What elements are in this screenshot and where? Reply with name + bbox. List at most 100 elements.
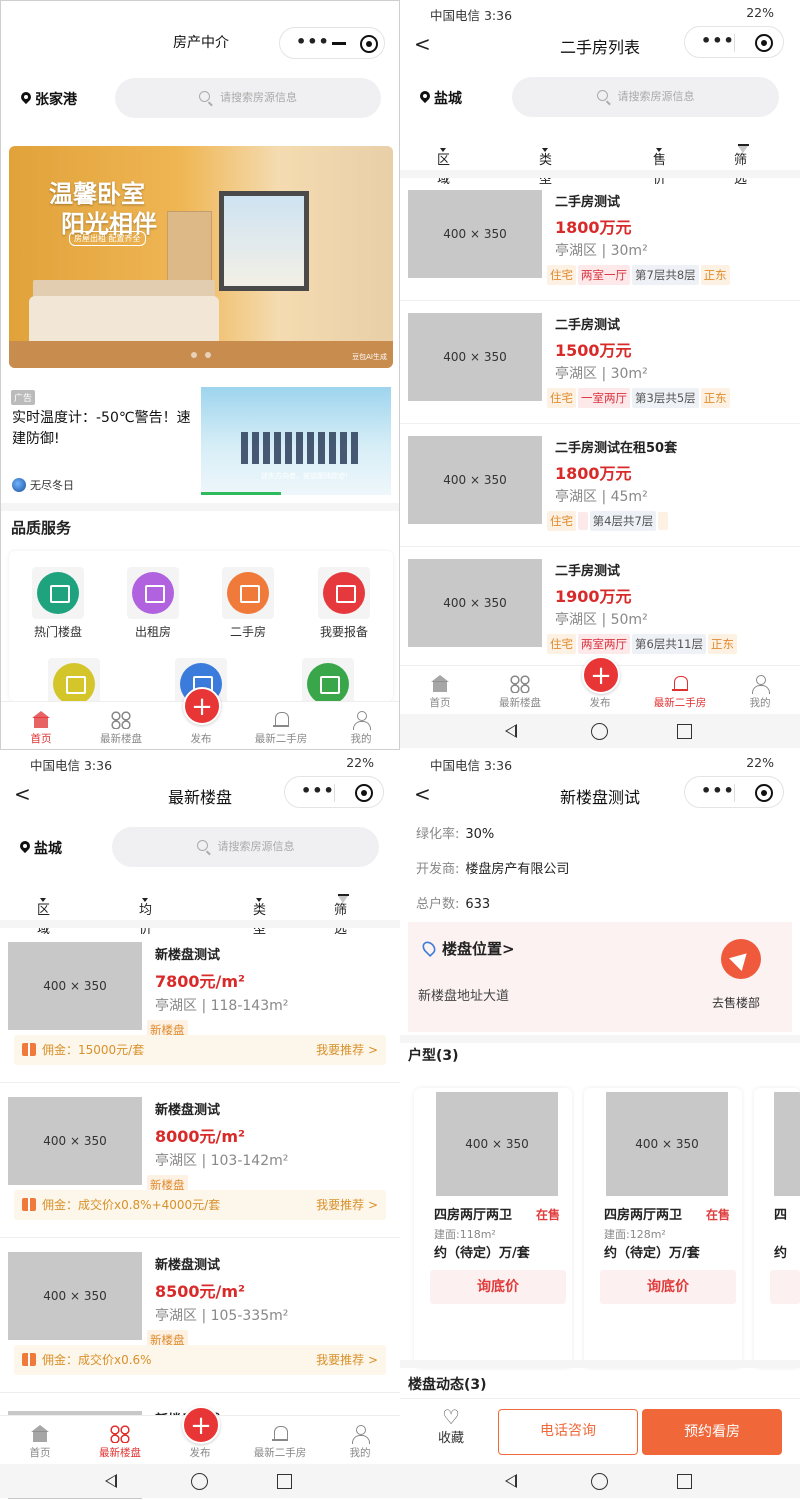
ad-video[interactable]: 迷失方向者，被迫跟随踪迹！ <box>201 387 391 495</box>
publish-button[interactable]: + <box>182 1406 220 1444</box>
filter-type[interactable]: 类型 <box>539 143 552 187</box>
battery-level: 22% <box>746 755 774 770</box>
floorplan-card[interactable]: 400 × 350 四房两厅两卫 在售 建面:128m² 约（待定）万/套 询底… <box>584 1088 742 1368</box>
city-selector[interactable]: 张家港 <box>21 89 77 109</box>
city-selector[interactable]: 盐城 <box>20 838 62 858</box>
recommend-link[interactable]: 我要推荐 > <box>316 1345 378 1375</box>
listing-row[interactable]: 400 × 350 二手房测试 1900万元 亭湖区 | 50m² 住宅 两室两厅… <box>400 547 800 670</box>
more-icon[interactable]: ••• <box>296 32 330 51</box>
service-second[interactable]: 二手房 <box>208 567 288 640</box>
minimize-icon[interactable] <box>332 42 346 45</box>
nav-bar: < 新楼盘测试 ••• <box>400 774 800 812</box>
ask-price-button[interactable] <box>770 1270 800 1304</box>
floorplan-image <box>774 1092 800 1196</box>
tab-second[interactable]: 最新二手房 <box>241 702 321 746</box>
back-triangle-icon[interactable] <box>505 1474 517 1488</box>
location-card[interactable]: 楼盘位置> 新楼盘地址大道 去售楼部 <box>408 922 792 1032</box>
mini-program-capsule[interactable]: ••• <box>279 27 385 59</box>
ask-price-button[interactable]: 询底价 <box>430 1270 566 1304</box>
recents-square-icon[interactable] <box>677 724 692 739</box>
more-icon[interactable]: ••• <box>701 781 735 800</box>
tab-home[interactable]: 首页 <box>400 666 480 710</box>
listing-area: 亭湖区 | 30m² <box>555 366 648 382</box>
carrier-time: 中国电信 3:36 <box>430 8 513 23</box>
back-triangle-icon[interactable] <box>505 724 517 738</box>
listing-row[interactable]: 400 × 350 二手房测试 1500万元 亭湖区 | 30m² 住宅 一室两厅… <box>400 301 800 424</box>
tab-new[interactable]: 最新楼盘 <box>81 702 161 746</box>
tab-second[interactable]: 最新二手房 <box>240 1416 320 1460</box>
service-hot[interactable]: 热门楼盘 <box>18 567 98 640</box>
ad-source: 无尽冬日 <box>12 477 74 493</box>
filter-type[interactable]: 类型 <box>253 893 266 937</box>
search-input[interactable]: 请搜索房源信息 <box>512 77 779 117</box>
filter-region[interactable]: 区域 <box>437 143 450 187</box>
mini-program-capsule[interactable]: ••• <box>684 26 784 58</box>
recommend-link[interactable]: 我要推荐 > <box>316 1190 378 1220</box>
property-image: 400 × 350 <box>8 942 142 1030</box>
floorplan-card[interactable]: 四 约 <box>754 1088 800 1368</box>
location-pin-icon <box>419 938 439 958</box>
floorplan-card[interactable]: 400 × 350 四房两厅两卫 在售 建面:118m² 约（待定）万/套 询底… <box>414 1088 572 1368</box>
book-viewing-button[interactable]: 预约看房 <box>642 1409 782 1455</box>
search-input[interactable]: 请搜索房源信息 <box>115 78 381 118</box>
tab-home[interactable]: 首页 <box>1 702 81 746</box>
home-circle-icon[interactable] <box>591 723 608 740</box>
bell-icon <box>271 711 291 729</box>
navigate-icon[interactable] <box>721 939 761 979</box>
tab-new[interactable]: 最新楼盘 <box>480 666 560 710</box>
property-row[interactable]: 400 × 350 新楼盘测试 8000元/m² 亭湖区 | 103-142m²… <box>0 1083 400 1238</box>
filter-avg-price[interactable]: 均价 <box>139 893 152 937</box>
go-sales-office[interactable]: 去售楼部 <box>712 994 760 1011</box>
ask-price-button[interactable]: 询底价 <box>600 1270 736 1304</box>
more-icon[interactable]: ••• <box>701 31 735 50</box>
home-circle-icon[interactable] <box>591 1473 608 1490</box>
divider <box>400 1360 800 1368</box>
filter-more[interactable]: 筛选 <box>334 893 349 937</box>
commission-bar: 佣金：成交价x0.8%+4000元/套 我要推荐 > <box>14 1190 386 1220</box>
favorite-button[interactable]: ♡ 收藏 <box>438 1407 464 1446</box>
close-icon[interactable] <box>755 34 773 52</box>
back-triangle-icon[interactable] <box>105 1474 117 1488</box>
city-selector[interactable]: 盐城 <box>420 88 462 108</box>
recommend-link[interactable]: 我要推荐 > <box>316 1035 378 1065</box>
listing-row[interactable]: 400 × 350 二手房测试在租50套 1800万元 亭湖区 | 45m² 住… <box>400 424 800 547</box>
recents-square-icon[interactable] <box>277 1474 292 1489</box>
tab-mine[interactable]: 我的 <box>321 702 399 746</box>
location-title[interactable]: 楼盘位置> <box>419 938 515 959</box>
listing-row[interactable]: 400 × 350 二手房测试 1800万元 亭湖区 | 30m² 住宅 两室一厅… <box>400 178 800 301</box>
mini-program-capsule[interactable]: ••• <box>284 776 384 808</box>
property-row[interactable]: 400 × 350 新楼盘测试 8500元/m² 亭湖区 | 105-335m²… <box>0 1238 400 1393</box>
tab-mine[interactable]: 我的 <box>720 666 800 710</box>
close-icon[interactable] <box>360 35 378 53</box>
more-icon[interactable]: ••• <box>301 781 335 800</box>
banner-carousel[interactable]: 温馨卧室 阳光相伴 房屋出租 配置齐全 豆包AI生成 <box>9 146 393 368</box>
tab-second[interactable]: 最新二手房 <box>640 666 720 710</box>
filter-price[interactable]: 售价 <box>653 143 666 187</box>
phone-consult-button[interactable]: 电话咨询 <box>498 1409 638 1455</box>
service-rent[interactable]: 出租房 <box>113 567 193 640</box>
new-property-screen: 中国电信 3:36 22% < 最新楼盘 ••• 盐城 请搜索房源信息 区域 均价… <box>0 750 400 1500</box>
grid-icon <box>111 711 131 729</box>
publish-button[interactable]: + <box>582 656 620 694</box>
property-area: 亭湖区 | 103-142m² <box>155 1153 289 1169</box>
property-row[interactable]: 400 × 350 新楼盘测试 7800元/m² 亭湖区 | 118-143m²… <box>0 928 400 1083</box>
floorplan-section-title: 户型(3) <box>408 1048 459 1064</box>
tab-new[interactable]: 最新楼盘 <box>80 1416 160 1460</box>
service-report[interactable]: 我要报备 <box>304 567 384 640</box>
tab-home[interactable]: 首页 <box>0 1416 80 1460</box>
battery-level: 22% <box>746 5 774 20</box>
ad-card[interactable]: 广告 实时温度计：-50℃警告！速建防御! 无尽冬日 迷失方向者，被迫跟随踪迹！ <box>9 386 393 496</box>
search-input[interactable]: 请搜索房源信息 <box>112 827 379 867</box>
status-bar: 中国电信 3:36 22% <box>400 750 800 774</box>
recents-square-icon[interactable] <box>677 1474 692 1489</box>
filter-region[interactable]: 区域 <box>37 893 50 937</box>
close-icon[interactable] <box>755 784 773 802</box>
filter-more[interactable]: 筛选 <box>734 143 749 187</box>
search-icon <box>596 90 608 101</box>
property-price: 7800元/m² <box>155 972 246 991</box>
home-circle-icon[interactable] <box>191 1473 208 1490</box>
close-icon[interactable] <box>355 784 373 802</box>
publish-button[interactable]: + <box>183 687 221 725</box>
tab-mine[interactable]: 我的 <box>320 1416 400 1460</box>
mini-program-capsule[interactable]: ••• <box>684 776 784 808</box>
